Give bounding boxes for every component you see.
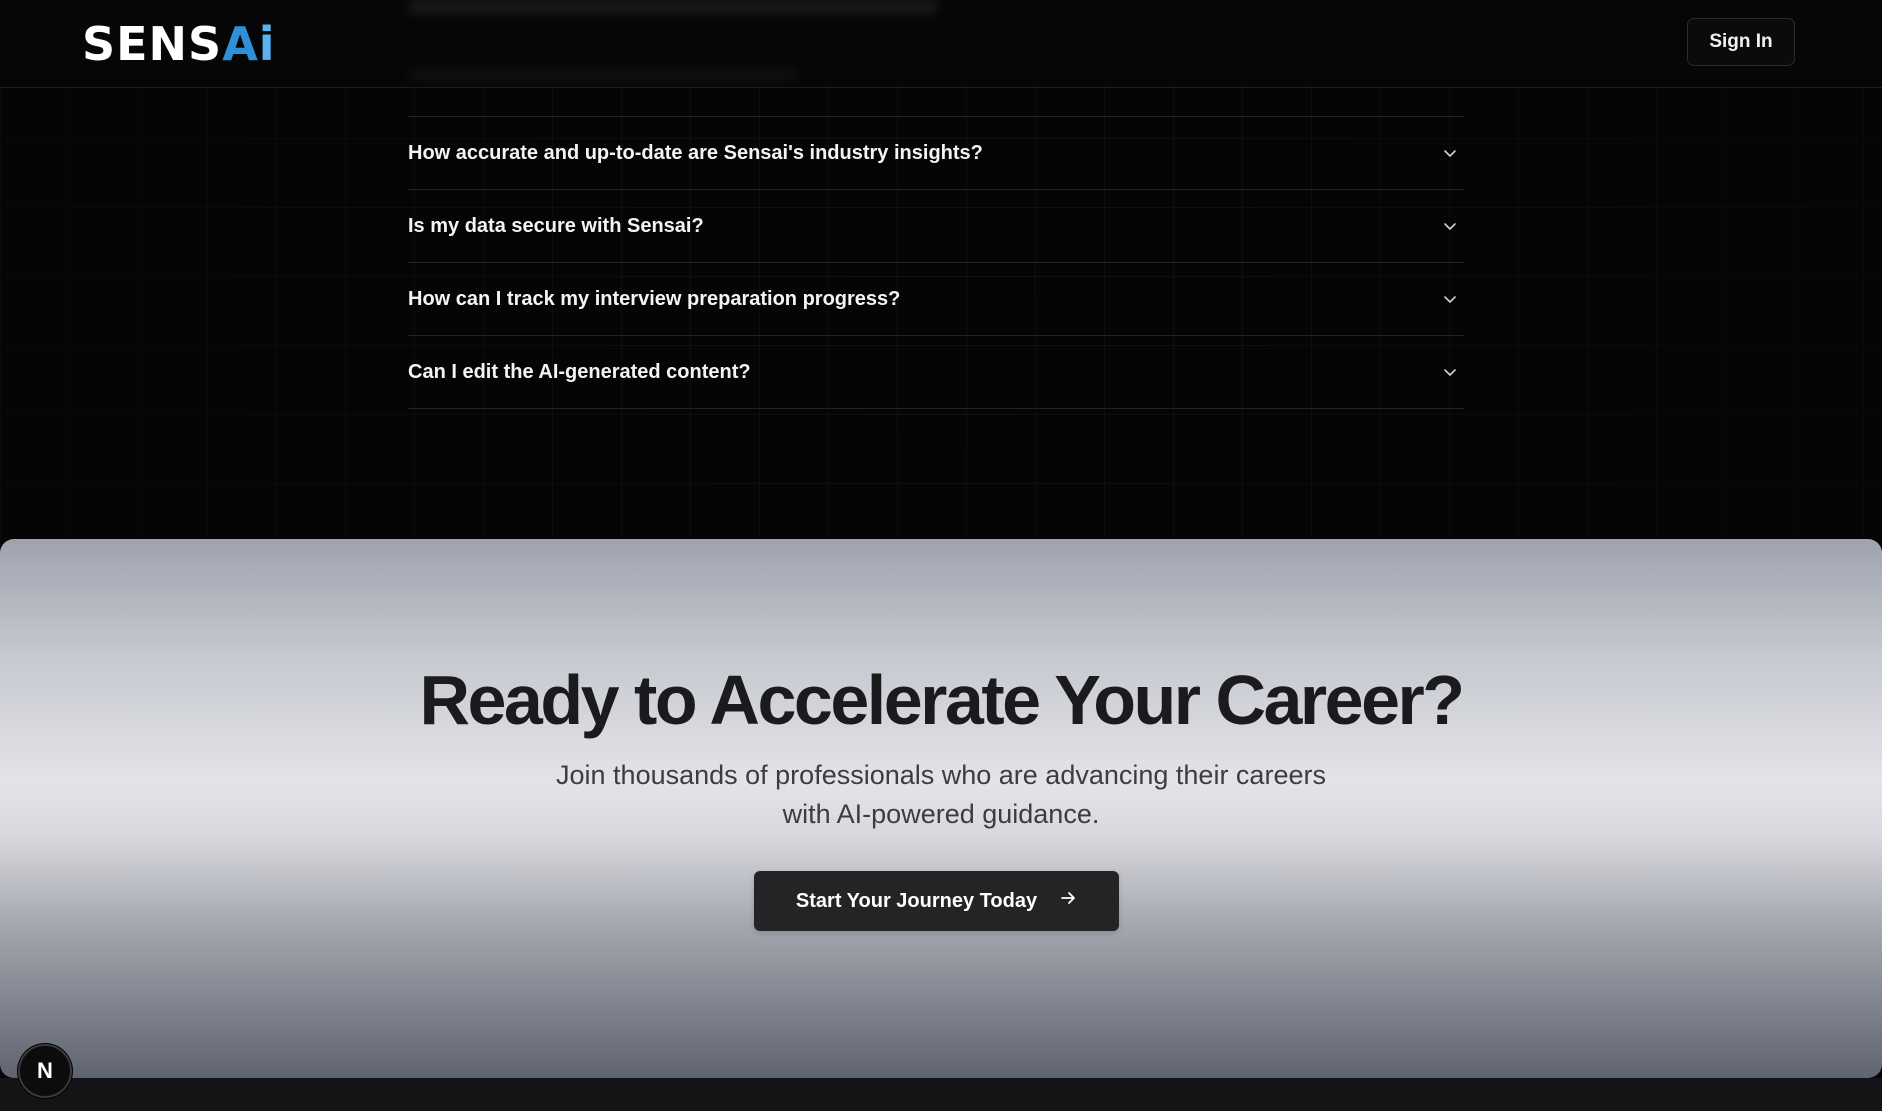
logo-text-a: A [222, 17, 259, 71]
start-journey-button[interactable]: Start Your Journey Today [754, 871, 1119, 931]
arrow-right-icon [1059, 889, 1077, 913]
nextjs-dev-badge[interactable]: N [18, 1044, 72, 1098]
site-header: SENS Ai Sign In [0, 0, 1882, 88]
chevron-down-icon [1440, 143, 1460, 163]
start-journey-label: Start Your Journey Today [795, 889, 1038, 912]
footer-edge [0, 1078, 1882, 1111]
logo-text-i: i [258, 17, 276, 71]
chevron-down-icon [1440, 362, 1460, 382]
sensai-logo[interactable]: SENS Ai [82, 18, 276, 70]
cta-section: Ready to Accelerate Your Career? Join th… [0, 539, 1882, 1078]
faq-question: How accurate and up-to-date are Sensai's… [408, 141, 983, 164]
cta-subtitle: Join thousands of professionals who are … [556, 760, 1326, 829]
faq-question: Can I edit the AI-generated content? [408, 360, 751, 383]
faded-subheading-remnant [408, 70, 798, 80]
faq-item-accuracy[interactable]: How accurate and up-to-date are Sensai's… [408, 116, 1464, 189]
faq-question: How can I track my interview preparation… [408, 287, 901, 310]
faq-question: Is my data secure with Sensai? [408, 214, 704, 237]
faq-item-edit-content[interactable]: Can I edit the AI-generated content? [408, 335, 1464, 409]
chevron-down-icon [1440, 216, 1460, 236]
logo-text-sens: SENS [82, 17, 223, 71]
faq-accordion: How accurate and up-to-date are Sensai's… [408, 116, 1464, 409]
landing-page: SENS Ai Sign In How accurate and up-to-da… [0, 0, 1882, 1111]
faded-heading-remnant [408, 0, 938, 14]
faq-item-progress[interactable]: How can I track my interview preparation… [408, 262, 1464, 335]
chevron-down-icon [1440, 289, 1460, 309]
faq-item-security[interactable]: Is my data secure with Sensai? [408, 189, 1464, 262]
sign-in-button[interactable]: Sign In [1687, 18, 1795, 66]
cta-title: Ready to Accelerate Your Career? [419, 661, 1465, 739]
